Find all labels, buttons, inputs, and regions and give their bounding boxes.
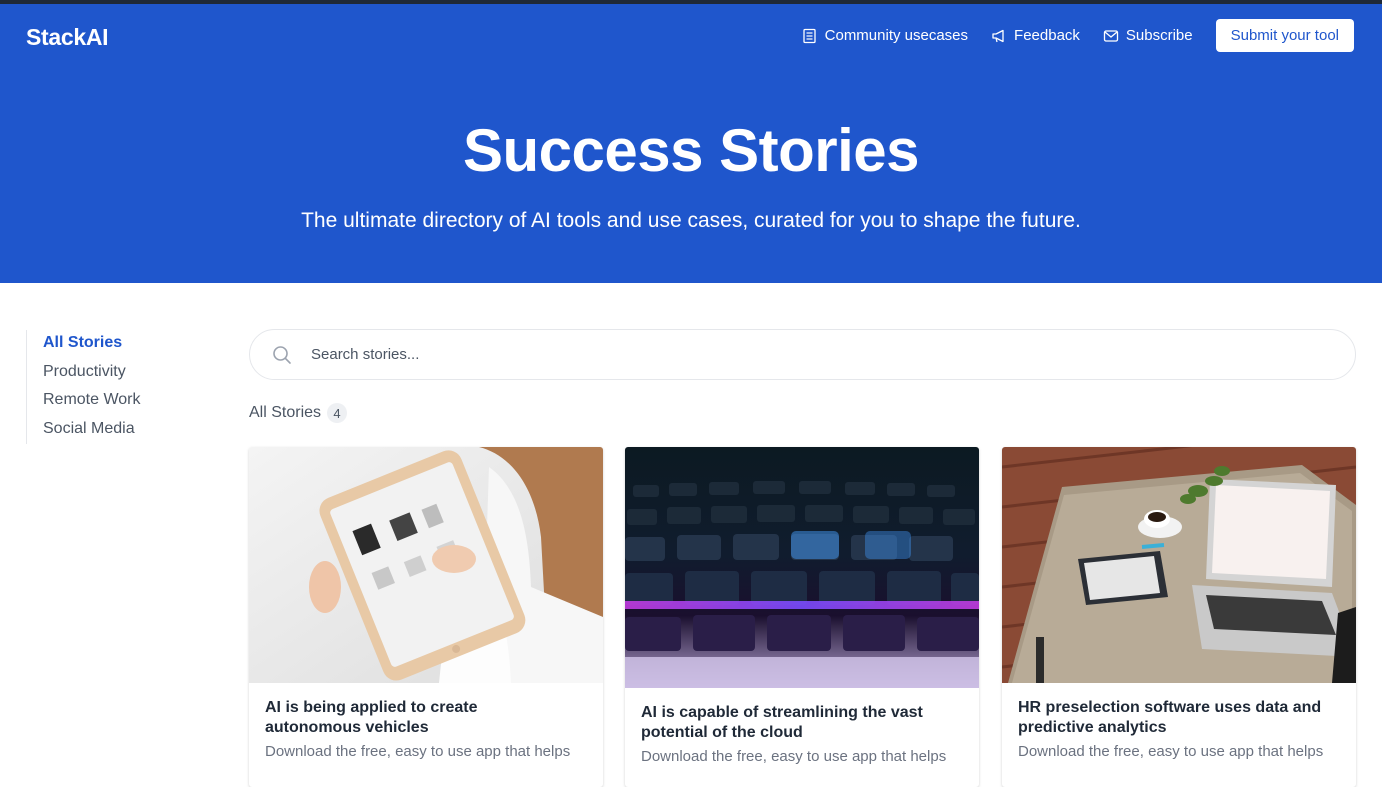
- nav-community-label: Community usecases: [824, 27, 969, 44]
- page-subtitle: The ultimate directory of AI tools and u…: [301, 209, 1081, 232]
- story-card[interactable]: AI is being applied to create autonomous…: [249, 447, 603, 787]
- stories-count-badge: 4: [327, 403, 348, 423]
- nav-feedback-label: Feedback: [1014, 27, 1080, 44]
- story-title-line: AI is being applied to create: [265, 699, 478, 716]
- category-sidebar: All Stories Productivity Remote Work Soc…: [26, 330, 141, 444]
- story-description: Download the free, easy to use app that …: [265, 743, 571, 760]
- story-image-woman-with-tablet: [249, 447, 603, 683]
- sidebar-item-social-media[interactable]: Social Media: [43, 416, 141, 445]
- mail-icon: [1103, 29, 1119, 42]
- story-image-backlit-keyboard: [625, 447, 979, 688]
- search-icon: [273, 345, 291, 364]
- story-title-line: potential of the cloud: [641, 723, 803, 741]
- nav-community-usecases[interactable]: Community usecases: [802, 27, 968, 44]
- logo[interactable]: StackAI: [26, 24, 109, 51]
- story-title: AI is being applied to create autonomous…: [249, 698, 603, 737]
- stories-heading: All Stories 4: [249, 403, 348, 423]
- submit-tool-button[interactable]: Submit your tool: [1215, 19, 1354, 52]
- search-input[interactable]: [311, 346, 1211, 363]
- sidebar-item-remote-work[interactable]: Remote Work: [43, 387, 141, 416]
- stories-heading-label: All Stories: [249, 404, 322, 421]
- nav-subscribe-label: Subscribe: [1125, 27, 1193, 44]
- story-description: Download the free, easy to use app that …: [641, 748, 947, 765]
- page-title: Success Stories: [462, 117, 920, 184]
- story-card[interactable]: HR preselection software uses data and p…: [1002, 447, 1356, 787]
- search-bar: [249, 329, 1356, 380]
- story-title-line: HR preselection software uses data and: [1018, 699, 1322, 716]
- nav-feedback[interactable]: Feedback: [991, 27, 1080, 44]
- story-title-line: AI is capable of streamlining the vast: [641, 704, 923, 721]
- top-nav: Community usecases Feedback Subscribe Su…: [802, 19, 1354, 52]
- newspaper-icon: [802, 28, 816, 43]
- hero-banner: StackAI Community usecases Feedback Subs…: [0, 4, 1382, 283]
- story-title: AI is capable of streamlining the vast p…: [625, 703, 979, 742]
- sidebar-item-all-stories[interactable]: All Stories: [43, 330, 141, 359]
- story-image-laptop-on-desk: [1002, 447, 1356, 683]
- megaphone-icon: [992, 29, 1004, 42]
- story-description: Download the free, easy to use app that …: [1018, 743, 1324, 760]
- story-title: HR preselection software uses data and p…: [1002, 698, 1356, 737]
- sidebar-item-productivity[interactable]: Productivity: [43, 359, 141, 388]
- story-title-line: autonomous vehicles: [265, 718, 429, 736]
- nav-subscribe[interactable]: Subscribe: [1103, 27, 1193, 44]
- story-card[interactable]: AI is capable of streamlining the vast p…: [625, 447, 979, 787]
- story-title-line: predictive analytics: [1018, 718, 1167, 736]
